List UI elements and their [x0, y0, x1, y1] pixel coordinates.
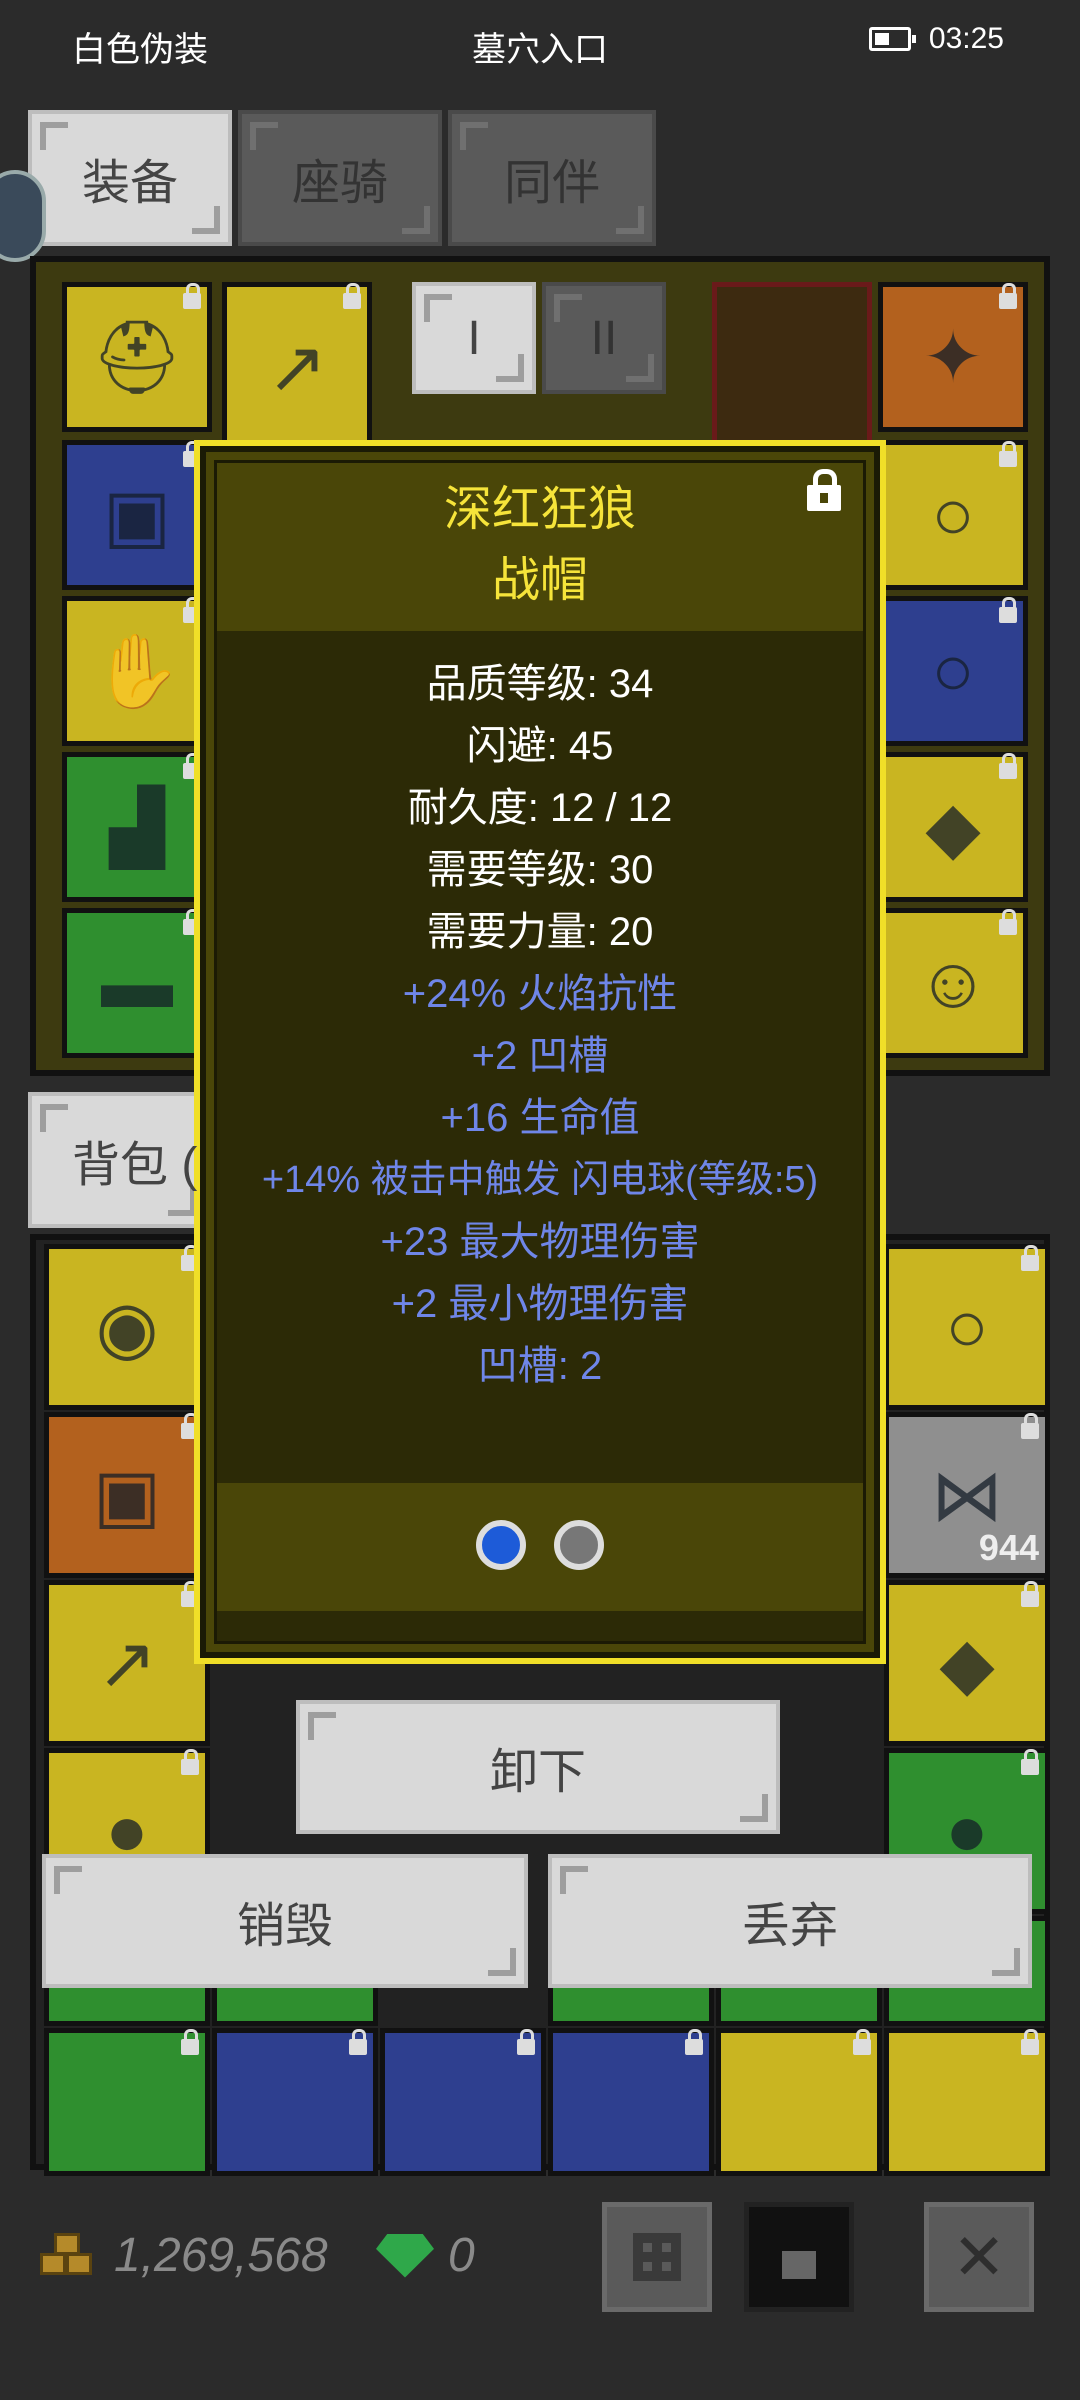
destroy-label: 销毁	[236, 1900, 333, 1953]
gold-counter: 1,269,568	[40, 2228, 328, 2283]
slot-charm-2[interactable]: ☺	[878, 908, 1028, 1058]
item-type: 战帽	[491, 554, 588, 607]
inventory-slot[interactable]	[212, 2028, 378, 2176]
tab-equipment-label: 装备	[81, 157, 178, 210]
bonus-line: +2 最小物理伤害	[391, 1282, 689, 1326]
bonus-line: +23 最大物理伤害	[380, 1220, 700, 1264]
stat-line: 闪避: 45	[466, 724, 614, 768]
status-bar: 白色伪装 墓穴入口 03:25	[0, 0, 1080, 90]
slot-gloves[interactable]: ✋	[62, 596, 212, 746]
gem-counter: 0	[376, 2228, 475, 2283]
inventory-slot[interactable]: ○	[884, 1244, 1050, 1410]
chat-bubble-icon[interactable]	[0, 170, 46, 262]
inventory-slot[interactable]	[548, 2028, 714, 2176]
slot-weapon[interactable]: ↗	[222, 282, 372, 452]
unequip-button[interactable]: 卸下	[296, 1700, 780, 1834]
tab-companion[interactable]: 同伴	[448, 110, 656, 246]
weapon-set-1-label: I	[467, 311, 481, 365]
item-name: 深红狂狼	[443, 483, 636, 536]
status-right: 03:25	[868, 22, 1004, 56]
slot-helmet[interactable]: ⛑	[62, 282, 212, 432]
slot-ring-1[interactable]: ○	[878, 440, 1028, 590]
close-icon: ✕	[952, 2220, 1006, 2293]
slot-armor[interactable]: ▣	[62, 440, 212, 590]
grid-icon	[633, 2233, 681, 2281]
stat-line: 需要等级: 30	[426, 848, 654, 892]
tooltip-body: 深红狂狼 战帽 品质等级: 34 闪避: 45 耐久度: 12 / 12 需要等…	[214, 460, 866, 1644]
stat-line: 耐久度: 12 / 12	[407, 786, 673, 830]
tab-inventory-label: 背包 (	[72, 1139, 198, 1192]
inventory-slot[interactable]: ▣	[44, 1412, 210, 1578]
lock-toggle-button[interactable]	[744, 2202, 854, 2312]
bonus-line: +14% 被击中触发 闪电球(等级:5)	[261, 1159, 819, 1201]
inventory-slot[interactable]: ↗	[44, 1580, 210, 1746]
item-stats: 品质等级: 34 闪避: 45 耐久度: 12 / 12 需要等级: 30 需要…	[217, 653, 863, 1397]
weapon-set-2-button[interactable]: II	[542, 282, 666, 394]
slot-charm-1[interactable]: ◆	[878, 752, 1028, 902]
stat-line: 需要力量: 20	[426, 910, 654, 954]
blue-gem-icon	[466, 1514, 536, 1580]
bottom-bar: 1,269,568 0 ✕	[0, 2180, 1080, 2340]
bonus-line: +16 生命值	[440, 1096, 640, 1140]
bonus-line: +2 凹槽	[471, 1034, 609, 1078]
unequip-label: 卸下	[489, 1746, 586, 1799]
bonus-line: +24% 火焰抗性	[402, 972, 678, 1016]
drop-label: 丢弃	[741, 1900, 838, 1953]
inventory-slot-fish[interactable]: ⋈ 944	[884, 1412, 1050, 1578]
slot-belt[interactable]: ▬	[62, 908, 212, 1058]
inventory-slot[interactable]: ◉	[44, 1244, 210, 1410]
tab-equipment[interactable]: 装备	[28, 110, 232, 246]
item-stack-count: 944	[978, 1527, 1039, 1568]
slot-amulet[interactable]: ✦	[878, 282, 1028, 432]
battery-icon	[868, 27, 916, 51]
clock: 03:25	[928, 22, 1004, 55]
slot-ring-2[interactable]: ○	[878, 596, 1028, 746]
slot-boots[interactable]: ▟	[62, 752, 212, 902]
tab-companion-label: 同伴	[503, 157, 600, 210]
gold-icon	[40, 2232, 100, 2279]
weapon-set-1-button[interactable]: I	[412, 282, 536, 394]
gem-amount: 0	[448, 2229, 475, 2282]
grid-view-button[interactable]	[602, 2202, 712, 2312]
gem-icon	[376, 2233, 434, 2278]
lock-icon	[782, 2251, 816, 2279]
inventory-slot[interactable]: ◆	[884, 1580, 1050, 1746]
gold-amount: 1,269,568	[114, 2229, 328, 2282]
close-button[interactable]: ✕	[924, 2202, 1034, 2312]
inventory-slot[interactable]	[44, 2028, 210, 2176]
stat-line: 品质等级: 34	[426, 662, 654, 706]
socket-bar	[217, 1483, 863, 1611]
inventory-slot[interactable]	[380, 2028, 546, 2176]
tab-mount-label: 座骑	[291, 157, 388, 210]
destroy-button[interactable]: 销毁	[42, 1854, 528, 1988]
tab-inventory[interactable]: 背包 (	[28, 1092, 208, 1228]
lock-icon[interactable]	[807, 469, 841, 511]
tab-mount[interactable]: 座骑	[238, 110, 442, 246]
drop-button[interactable]: 丢弃	[548, 1854, 1032, 1988]
item-tooltip: 深红狂狼 战帽 品质等级: 34 闪避: 45 耐久度: 12 / 12 需要等…	[194, 440, 886, 1664]
inventory-slot[interactable]	[884, 2028, 1050, 2176]
inventory-slot[interactable]	[716, 2028, 882, 2176]
bonus-line: 凹槽: 2	[477, 1344, 603, 1388]
gray-gem-icon	[544, 1514, 614, 1580]
weapon-set-2-label: II	[590, 311, 618, 365]
tooltip-header: 深红狂狼 战帽	[217, 463, 863, 631]
